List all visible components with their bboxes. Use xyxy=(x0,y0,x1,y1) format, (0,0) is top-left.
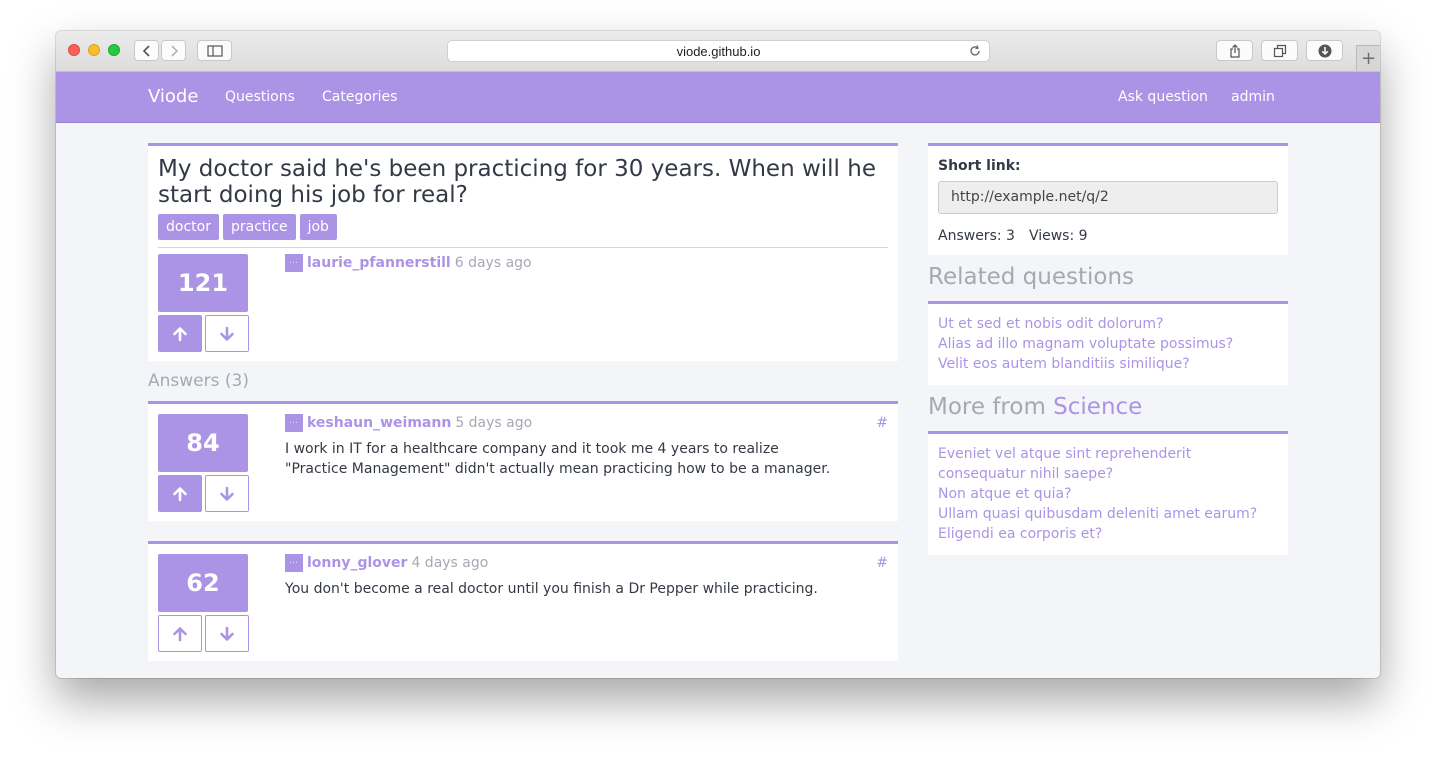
short-link-label: Short link: xyxy=(938,158,1021,174)
category-question-link[interactable]: Non atque et quia? xyxy=(938,484,1278,504)
tabs-overview-button[interactable] xyxy=(1261,40,1298,61)
plus-icon: + xyxy=(1360,47,1377,69)
sidebar-icon xyxy=(206,44,223,57)
related-list: Ut et sed et nobis odit dolorum? Alias a… xyxy=(938,314,1278,374)
avatar xyxy=(285,254,303,272)
upvote-button[interactable] xyxy=(158,315,202,352)
reload-icon[interactable] xyxy=(968,44,982,58)
download-icon xyxy=(1318,44,1331,57)
more-from-prefix: More from xyxy=(928,394,1046,420)
close-window-button[interactable] xyxy=(68,44,80,56)
new-tab-button[interactable]: + xyxy=(1356,45,1380,71)
nav-questions-link[interactable]: Questions xyxy=(225,72,295,122)
answers-heading: Answers (3) xyxy=(148,371,249,391)
arrow-down-icon xyxy=(220,486,234,501)
tag-job[interactable]: job xyxy=(299,214,337,240)
answer-body: You don't become a real doctor until you… xyxy=(285,581,818,597)
arrow-down-icon xyxy=(220,326,234,341)
question-stats: Answers: 3 Views: 9 xyxy=(938,228,1088,244)
answer-card: 62 lonny_glover 4 days ago # You don't b… xyxy=(148,541,898,661)
answer-score: 84 xyxy=(158,414,248,472)
url-text: viode.github.io xyxy=(676,43,761,59)
category-link[interactable]: Science xyxy=(1053,394,1142,420)
arrow-up-icon xyxy=(173,626,187,641)
arrow-up-icon xyxy=(173,326,187,341)
answer-permalink[interactable]: # xyxy=(876,555,888,571)
related-heading: Related questions xyxy=(928,264,1135,290)
related-question-link[interactable]: Alias ad illo magnam voluptate possimus? xyxy=(938,334,1278,354)
author-link[interactable]: laurie_pfannerstill xyxy=(307,255,451,271)
question-meta: laurie_pfannerstill 6 days ago xyxy=(285,254,532,272)
related-panel: Ut et sed et nobis odit dolorum? Alias a… xyxy=(928,301,1288,385)
browser-window: viode.github.io + Viode Questions Catego… xyxy=(56,31,1380,678)
arrow-down-icon xyxy=(220,626,234,641)
tabs-icon xyxy=(1273,44,1286,57)
answer-body: I work in IT for a healthcare company an… xyxy=(285,441,831,477)
category-question-link[interactable]: Ullam quasi quibusdam deleniti amet earu… xyxy=(938,504,1278,524)
answers-count: Answers: 3 xyxy=(938,228,1015,244)
category-question-link[interactable]: Eveniet vel atque sint reprehenderit con… xyxy=(938,444,1278,484)
ask-question-link[interactable]: Ask question xyxy=(1118,72,1208,122)
downloads-button[interactable] xyxy=(1306,40,1343,61)
answer-permalink[interactable]: # xyxy=(876,415,888,431)
question-title: My doctor said he's been practicing for … xyxy=(158,156,876,208)
divider xyxy=(158,247,888,248)
brand-logo-link[interactable]: Viode xyxy=(148,72,198,122)
forward-button[interactable] xyxy=(161,40,186,61)
avatar xyxy=(285,414,303,432)
user-menu-link[interactable]: admin xyxy=(1231,72,1275,122)
category-question-link[interactable]: Eligendi ea corporis et? xyxy=(938,524,1278,544)
upvote-button[interactable] xyxy=(158,475,202,512)
question-score: 121 xyxy=(158,254,248,312)
related-question-link[interactable]: Ut et sed et nobis odit dolorum? xyxy=(938,314,1278,334)
share-button[interactable] xyxy=(1216,40,1253,61)
chevron-right-icon xyxy=(170,44,178,57)
zoom-window-button[interactable] xyxy=(108,44,120,56)
answer-card: 84 keshaun_weimann 5 days ago # I work i… xyxy=(148,401,898,521)
author-link[interactable]: lonny_glover xyxy=(307,555,407,571)
views-count: Views: 9 xyxy=(1028,228,1088,244)
downvote-button[interactable] xyxy=(205,315,249,352)
more-from-panel: Eveniet vel atque sint reprehenderit con… xyxy=(928,431,1288,555)
avatar xyxy=(285,554,303,572)
browser-toolbar: viode.github.io + xyxy=(56,31,1380,72)
related-question-link[interactable]: Velit eos autem blanditiis similique? xyxy=(938,354,1278,374)
post-time: 4 days ago xyxy=(411,555,489,571)
upvote-button[interactable] xyxy=(158,615,202,652)
sidebar-toggle-button[interactable] xyxy=(197,40,232,61)
address-bar[interactable]: viode.github.io xyxy=(447,40,990,62)
question-panel: My doctor said he's been practicing for … xyxy=(148,143,898,361)
minimize-window-button[interactable] xyxy=(88,44,100,56)
more-from-list: Eveniet vel atque sint reprehenderit con… xyxy=(938,444,1278,544)
more-from-heading: More from Science xyxy=(928,394,1142,420)
answer-meta: keshaun_weimann 5 days ago xyxy=(285,414,532,432)
short-link-field[interactable]: http://example.net/q/2 xyxy=(938,181,1278,214)
site-navbar: Viode Questions Categories Ask question … xyxy=(56,72,1380,123)
nav-categories-link[interactable]: Categories xyxy=(322,72,397,122)
answer-meta: lonny_glover 4 days ago xyxy=(285,554,488,572)
downvote-button[interactable] xyxy=(205,475,249,512)
downvote-button[interactable] xyxy=(205,615,249,652)
arrow-up-icon xyxy=(173,486,187,501)
back-button[interactable] xyxy=(134,40,159,61)
post-time: 5 days ago xyxy=(455,415,533,431)
chevron-left-icon xyxy=(142,44,150,57)
answer-score: 62 xyxy=(158,554,248,612)
share-icon xyxy=(1229,43,1240,58)
tag-list: doctor practice job xyxy=(158,214,337,240)
tag-doctor[interactable]: doctor xyxy=(158,214,219,240)
short-link-panel: Short link: http://example.net/q/2 Answe… xyxy=(928,143,1288,255)
tag-practice[interactable]: practice xyxy=(222,214,296,240)
post-time: 6 days ago xyxy=(454,255,532,271)
author-link[interactable]: keshaun_weimann xyxy=(307,415,451,431)
